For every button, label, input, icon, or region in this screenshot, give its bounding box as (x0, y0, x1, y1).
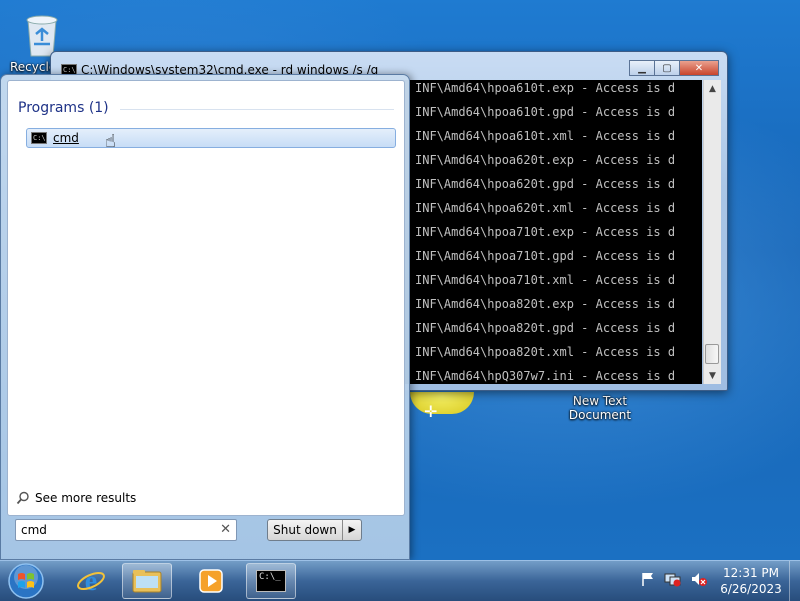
cmd-icon: C:\ (31, 132, 47, 144)
console-line: INF\Amd64\hpoa820t.xml - Access is d (415, 345, 676, 359)
close-button[interactable]: ✕ (679, 60, 719, 76)
shutdown-options-arrow-icon[interactable]: ▶ (343, 525, 361, 535)
see-more-results-link[interactable]: See more results (16, 491, 136, 505)
minimize-button[interactable]: ▁ (629, 60, 655, 76)
hand-cursor-icon: ☝ (105, 131, 116, 152)
console-line: INF\Amd64\hpQ307w7.ini - Access is d (415, 369, 676, 383)
console-line: INF\Amd64\hpoa710t.exp - Access is d (415, 225, 676, 239)
explorer-folder-icon (132, 570, 162, 593)
start-button[interactable] (6, 562, 46, 600)
desktop-hidden-icon (410, 392, 474, 414)
result-item-cmd[interactable]: C:\ cmd (26, 128, 396, 148)
console-line: INF\Amd64\hpoa820t.exp - Access is d (415, 297, 676, 311)
programs-header: Programs (1) (18, 100, 109, 116)
clock-time: 12:31 PM (723, 566, 779, 580)
console-lines: INF\Amd64\hpoa610t.exp - Access is d INF\… (412, 80, 702, 384)
scroll-up-arrow-icon[interactable]: ▲ (704, 80, 721, 97)
cmd-icon: C:\_ (256, 570, 286, 592)
clock-date: 6/26/2023 (720, 582, 782, 596)
programs-divider (120, 109, 394, 110)
shutdown-button[interactable]: Shut down ▶ (267, 519, 362, 541)
flag-icon[interactable] (640, 571, 656, 587)
svg-text:e: e (85, 566, 97, 596)
scrollbar-thumb[interactable] (705, 344, 719, 364)
show-desktop-button[interactable] (789, 561, 800, 601)
system-tray (640, 571, 708, 587)
maximize-icon: ▢ (662, 62, 672, 74)
minimize-icon: ▁ (638, 62, 646, 74)
clock[interactable]: 12:31 PM 6/26/2023 (712, 565, 790, 597)
volume-muted-icon[interactable] (690, 571, 708, 587)
console-line: INF\Amd64\hpoa610t.gpd - Access is d (415, 105, 676, 119)
scroll-down-arrow-icon[interactable]: ▼ (704, 367, 721, 384)
network-icon[interactable] (664, 571, 682, 587)
result-item-label: cmd (53, 131, 79, 145)
close-icon: ✕ (694, 62, 704, 74)
move-cursor-icon: ✛ (424, 402, 438, 421)
taskbar: e C:\_ 12:31 PM 6/26/2023 (0, 560, 800, 601)
start-search-box[interactable]: ✕ (15, 519, 237, 541)
shutdown-label[interactable]: Shut down (268, 520, 343, 540)
taskbar-media-player[interactable] (186, 563, 236, 599)
start-menu: Programs (1) C:\ cmd ☝ See more results … (0, 74, 410, 560)
new-text-document[interactable]: New Text Document (555, 394, 645, 422)
see-more-label: See more results (35, 491, 137, 505)
console-line: INF\Amd64\hpoa620t.xml - Access is d (415, 201, 676, 215)
search-input[interactable] (21, 523, 206, 537)
console-line: INF\Amd64\hpoa610t.xml - Access is d (415, 129, 676, 143)
window-controls: ▁ ▢ ✕ (629, 60, 719, 76)
console-line: INF\Amd64\hpoa710t.gpd - Access is d (415, 249, 676, 263)
internet-explorer-icon: e (77, 566, 105, 596)
console-line: INF\Amd64\hpoa620t.gpd - Access is d (415, 177, 676, 191)
clear-search-icon[interactable]: ✕ (220, 522, 231, 537)
media-player-icon (199, 569, 223, 593)
windows-orb-icon (8, 563, 44, 599)
taskbar-internet-explorer[interactable]: e (66, 563, 116, 599)
maximize-button[interactable]: ▢ (654, 60, 680, 76)
console-line: INF\Amd64\hpoa620t.exp - Access is d (415, 153, 676, 167)
console-line: INF\Amd64\hpoa820t.gpd - Access is d (415, 321, 676, 335)
taskbar-windows-explorer[interactable] (122, 563, 172, 599)
new-text-document-label: New Text Document (568, 394, 632, 422)
start-menu-results-pane: Programs (1) C:\ cmd ☝ See more results (7, 80, 405, 516)
search-icon (16, 491, 29, 505)
console-line: INF\Amd64\hpoa610t.exp - Access is d (415, 81, 676, 95)
taskbar-cmd[interactable]: C:\_ (246, 563, 296, 599)
console-line: INF\Amd64\hpoa710t.xml - Access is d (415, 273, 676, 287)
vertical-scrollbar[interactable]: ▲ ▼ (703, 80, 721, 384)
